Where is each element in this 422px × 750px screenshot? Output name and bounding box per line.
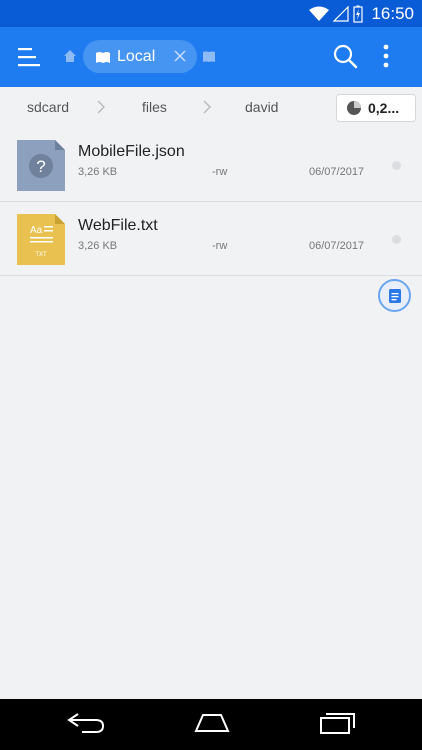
file-name: WebFile.txt xyxy=(78,217,158,234)
svg-text:?: ? xyxy=(36,157,45,176)
search-icon xyxy=(333,44,358,69)
status-time: 16:50 xyxy=(371,3,414,23)
list-item[interactable]: Aa TXT WebFile.txt 3,26 KB -rw 06/07/201… xyxy=(0,202,422,276)
select-checkbox[interactable] xyxy=(392,161,401,170)
search-button[interactable] xyxy=(332,43,358,74)
home-icon[interactable] xyxy=(63,49,77,63)
file-list: ? MobileFile.json 3,26 KB -rw 06/07/2017… xyxy=(0,128,422,276)
menu-icon xyxy=(18,48,40,67)
tab-local[interactable]: Local xyxy=(83,40,197,73)
more-vert-icon xyxy=(383,44,389,68)
recents-icon[interactable] xyxy=(318,711,358,735)
select-checkbox[interactable] xyxy=(392,235,401,244)
file-name: MobileFile.json xyxy=(78,143,185,160)
navigation-bar xyxy=(0,699,422,750)
app-bar: Local xyxy=(0,27,422,87)
more-button[interactable] xyxy=(380,43,392,71)
breadcrumb-item-david[interactable]: david xyxy=(245,99,278,115)
breadcrumb: sdcard files david 0,2... xyxy=(0,87,422,128)
file-size: 3,26 KB xyxy=(78,166,118,178)
bookmark-icon[interactable] xyxy=(202,51,216,63)
breadcrumb-item-files[interactable]: files xyxy=(142,99,167,115)
signal-icon xyxy=(333,5,350,22)
file-date: 06/07/2017 xyxy=(309,166,365,178)
status-bar: 16:50 xyxy=(0,0,422,27)
book-icon xyxy=(96,51,110,63)
tab-local-label: Local xyxy=(117,47,156,65)
back-icon[interactable] xyxy=(66,711,106,735)
pie-chart-icon xyxy=(347,101,361,115)
file-size: 3,26 KB xyxy=(78,240,118,252)
file-date: 06/07/2017 xyxy=(309,240,365,252)
chevron-right-icon xyxy=(203,100,212,114)
home-button-icon[interactable] xyxy=(190,711,234,735)
clipboard-button[interactable] xyxy=(378,279,411,312)
breadcrumb-item-sdcard[interactable]: sdcard xyxy=(27,99,69,115)
file-permissions: -rw xyxy=(212,166,228,178)
svg-text:TXT: TXT xyxy=(35,252,47,258)
wifi-icon xyxy=(309,6,330,21)
clipboard-icon xyxy=(388,288,401,303)
storage-usage-button[interactable]: 0,2... xyxy=(336,94,416,122)
menu-button[interactable] xyxy=(16,44,42,70)
file-permissions: -rw xyxy=(212,240,228,252)
text-file-icon: Aa TXT xyxy=(17,214,65,265)
unknown-file-icon: ? xyxy=(17,140,65,191)
svg-text:Aa: Aa xyxy=(30,225,43,236)
battery-icon xyxy=(353,5,364,23)
storage-usage-label: 0,2... xyxy=(368,100,400,116)
chevron-right-icon xyxy=(97,100,106,114)
list-item[interactable]: ? MobileFile.json 3,26 KB -rw 06/07/2017 xyxy=(0,128,422,202)
status-icons: 16:50 xyxy=(309,0,414,27)
close-icon[interactable] xyxy=(173,49,187,63)
